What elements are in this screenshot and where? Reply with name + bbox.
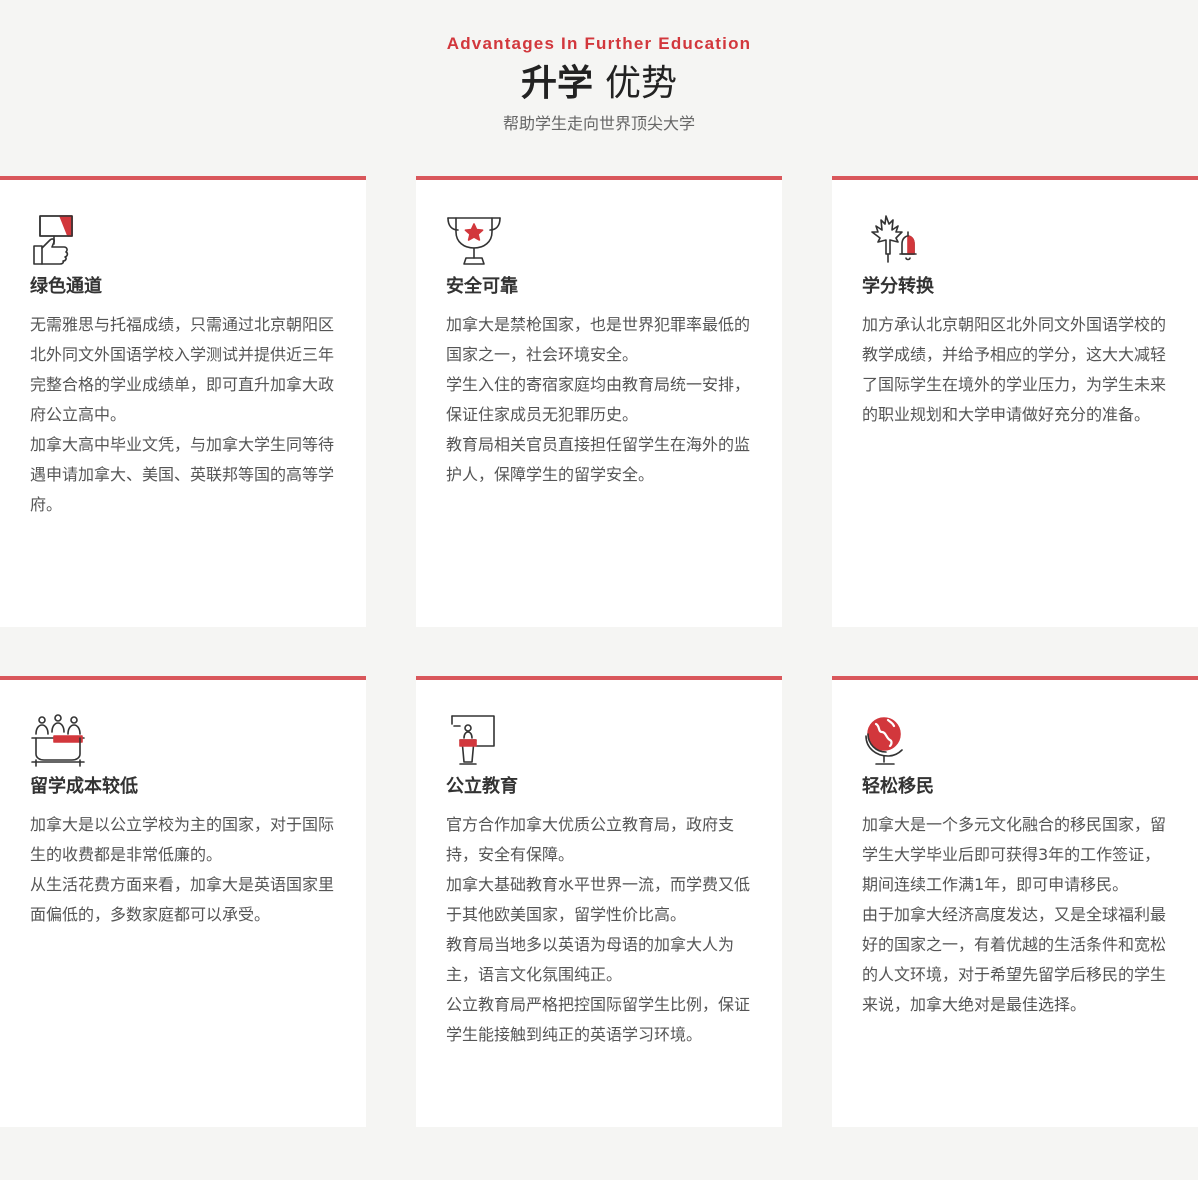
card-paragraph: 加拿大高中毕业文凭，与加拿大学生同等待遇申请加拿大、美国、英联邦等国的高等学府。 (30, 435, 335, 514)
meeting-table-people-icon (30, 714, 86, 768)
card-paragraph: 加拿大基础教育水平世界一流，而学费又低于其他欧美国家，留学性价比高。 (446, 875, 751, 924)
trophy-star-icon (446, 214, 502, 268)
card-paragraph: 加方承认北京朝阳区北外同文外国语学校的教学成绩，并给予相应的学分，这大大减轻了国… (862, 315, 1167, 424)
section-header: Advantages In Further Education 升学 优势 帮助学… (0, 0, 1198, 170)
card-title: 学分转换 (862, 276, 934, 297)
card-paragraph: 加拿大是以公立学校为主的国家，对于国际生的收费都是非常低廉的。 (30, 815, 335, 864)
card-body: 加拿大是禁枪国家，也是世界犯罪率最低的国家之一，社会环境安全。 学生入住的寄宿家… (446, 310, 756, 490)
advantage-card-easy-immigration: 轻松移民 加拿大是一个多元文化融合的移民国家，留学生大学毕业后即可获得3年的工作… (832, 676, 1198, 1127)
thumbs-up-sign-icon (30, 214, 86, 268)
card-paragraph: 公立教育局严格把控国际留学生比例，保证学生能接触到纯正的英语学习环境。 (446, 995, 751, 1044)
advantage-card-credit-transfer: 学分转换 加方承认北京朝阳区北外同文外国语学校的教学成绩，并给予相应的学分，这大… (832, 176, 1198, 627)
card-body: 官方合作加拿大优质公立教育局，政府支持，安全有保障。 加拿大基础教育水平世界一流… (446, 810, 756, 1050)
card-paragraph: 官方合作加拿大优质公立教育局，政府支持，安全有保障。 (446, 815, 735, 864)
maple-leaf-bell-icon (862, 214, 918, 268)
globe-icon (862, 714, 918, 768)
section-title-light: 优势 (605, 63, 678, 104)
card-paragraph: 由于加拿大经济高度发达，又是全球福利最好的国家之一，有着优越的生活条件和宽松的人… (862, 905, 1167, 1014)
card-body: 无需雅思与托福成绩，只需通过北京朝阳区北外同文外国语学校入学测试并提供近三年完整… (30, 310, 340, 520)
lecture-podium-icon (446, 714, 502, 768)
card-paragraph: 从生活花费方面来看，加拿大是英语国家里面偏低的，多数家庭都可以承受。 (30, 875, 335, 924)
card-title: 轻松移民 (862, 776, 934, 797)
card-paragraph: 加拿大是禁枪国家，也是世界犯罪率最低的国家之一，社会环境安全。 (446, 315, 751, 364)
section-subtitle: 帮助学生走向世界顶尖大学 (502, 114, 695, 133)
card-body: 加拿大是以公立学校为主的国家，对于国际生的收费都是非常低廉的。 从生活花费方面来… (30, 810, 340, 930)
card-title: 绿色通道 (30, 276, 102, 297)
section-title: 升学 优势 (0, 60, 1198, 108)
card-paragraph: 教育局当地多以英语为母语的加拿大人为主，语言文化氛围纯正。 (446, 935, 735, 984)
advantage-card-green-channel: 绿色通道 无需雅思与托福成绩，只需通过北京朝阳区北外同文外国语学校入学测试并提供… (0, 176, 366, 627)
card-paragraph: 无需雅思与托福成绩，只需通过北京朝阳区北外同文外国语学校入学测试并提供近三年完整… (30, 315, 335, 424)
card-body: 加拿大是一个多元文化融合的移民国家，留学生大学毕业后即可获得3年的工作签证，期间… (862, 810, 1172, 1020)
advantage-card-safety: 安全可靠 加拿大是禁枪国家，也是世界犯罪率最低的国家之一，社会环境安全。 学生入… (416, 176, 782, 627)
card-body: 加方承认北京朝阳区北外同文外国语学校的教学成绩，并给予相应的学分，这大大减轻了国… (862, 310, 1172, 430)
card-title: 安全可靠 (446, 276, 518, 297)
card-title: 公立教育 (446, 776, 518, 797)
advantage-card-low-cost: 留学成本较低 加拿大是以公立学校为主的国家，对于国际生的收费都是非常低廉的。 从… (0, 676, 366, 1127)
card-paragraph: 学生入住的寄宿家庭均由教育局统一安排，保证住家成员无犯罪历史。 (446, 375, 751, 424)
card-paragraph: 教育局相关官员直接担任留学生在海外的监护人，保障学生的留学安全。 (446, 435, 751, 484)
section-title-bold: 升学 (520, 63, 593, 104)
section-eyebrow: Advantages In Further Education (446, 34, 752, 53)
card-paragraph: 加拿大是一个多元文化融合的移民国家，留学生大学毕业后即可获得3年的工作签证，期间… (862, 815, 1167, 894)
card-title: 留学成本较低 (30, 776, 138, 797)
advantage-card-public-education: 公立教育 官方合作加拿大优质公立教育局，政府支持，安全有保障。 加拿大基础教育水… (416, 676, 782, 1127)
